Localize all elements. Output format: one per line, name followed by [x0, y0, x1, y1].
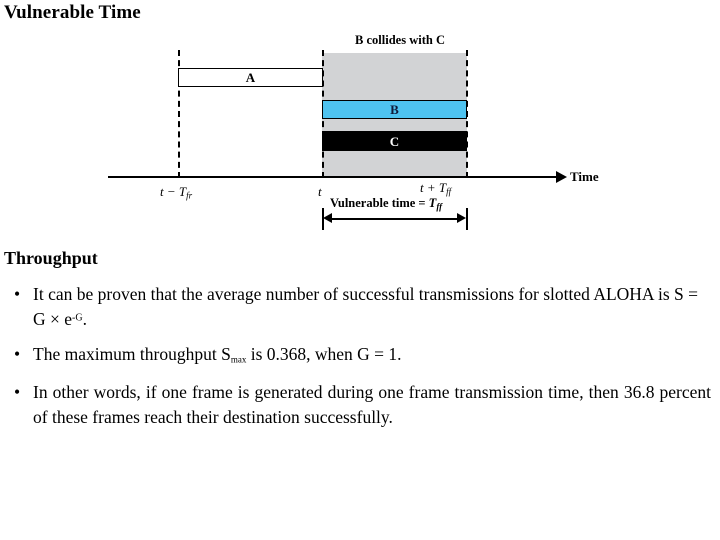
page-title: Vulnerable Time	[4, 2, 141, 23]
measure-arrowhead-left-icon	[323, 213, 332, 223]
measure-arrow-line	[330, 218, 458, 220]
bullet-text-in-other-words: In other words, if one frame is generate…	[33, 382, 711, 427]
time-axis-label: Time	[570, 169, 599, 184]
list-item: • It can be proven that the average numb…	[14, 282, 712, 332]
list-item: • In other words, if one frame is genera…	[14, 380, 711, 430]
axis-tick-t: t	[318, 184, 322, 199]
frame-box-b: B	[322, 100, 467, 119]
measure-cap-right	[466, 208, 468, 230]
vulnerable-time-measure-label: Vulnerable time = Tff	[330, 196, 443, 212]
time-axis-arrow-icon	[556, 171, 567, 183]
time-axis-line	[108, 176, 560, 179]
section-heading: Throughput	[4, 248, 98, 268]
vulnerable-time-diagram: B collides with C A B C Time t − Tfr t t…	[0, 28, 720, 233]
measure-arrowhead-right-icon	[457, 213, 466, 223]
bullet-marker: •	[14, 382, 21, 402]
list-item: • The maximum throughput Smax is 0.368, …	[14, 342, 714, 367]
frame-box-c: C	[322, 131, 467, 151]
bullet-text-average-transmissions: It can be proven that the average number…	[33, 284, 698, 329]
axis-tick-t-minus-tfr: t − Tfr	[160, 184, 193, 201]
collision-caption: B collides with C	[355, 33, 445, 47]
bullet-marker: •	[14, 344, 21, 364]
frame-box-a: A	[178, 68, 323, 87]
bullet-text-max-throughput: The maximum throughput Smax is 0.368, wh…	[33, 344, 402, 365]
axis-tick-t-plus-tfr: t + Tff	[420, 180, 452, 197]
bullet-marker: •	[14, 284, 21, 304]
